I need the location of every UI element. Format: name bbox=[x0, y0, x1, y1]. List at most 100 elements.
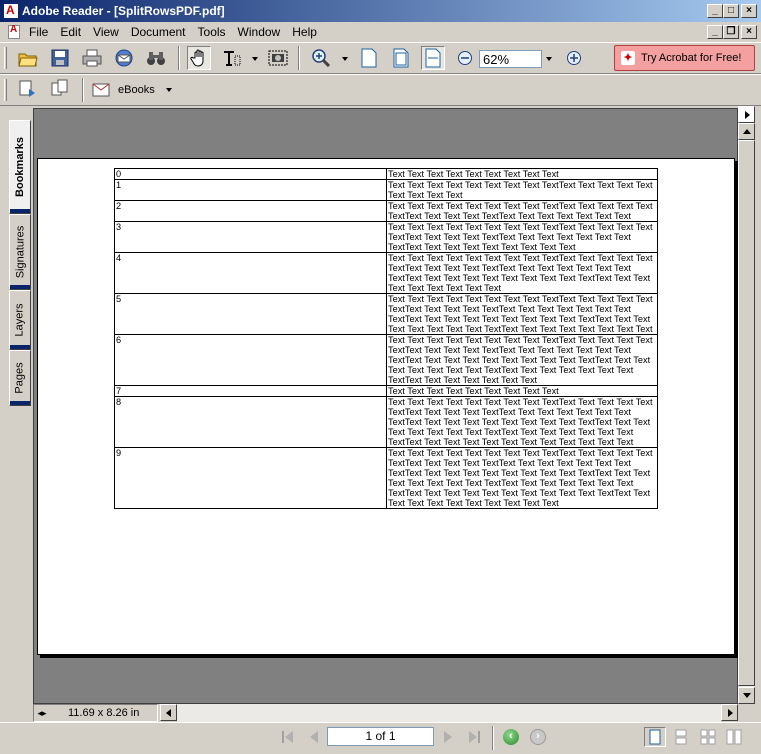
menu-tools[interactable]: Tools bbox=[192, 25, 232, 39]
scroll-down-button[interactable] bbox=[738, 687, 755, 704]
previous-page-icon[interactable] bbox=[303, 727, 325, 747]
doc-close-button[interactable]: × bbox=[741, 25, 757, 39]
fit-width-icon[interactable] bbox=[421, 46, 445, 70]
single-page-icon[interactable] bbox=[644, 727, 666, 747]
page-number-input[interactable]: 1 of 1 bbox=[327, 727, 434, 746]
maximize-button[interactable]: □ bbox=[723, 4, 739, 18]
try-acrobat-label: Try Acrobat for Free! bbox=[641, 52, 742, 64]
horizontal-scroll-row: ◂▸ 11.69 x 8.26 in bbox=[33, 704, 755, 722]
adobe-reader-icon bbox=[4, 3, 18, 18]
print-icon[interactable] bbox=[80, 46, 104, 70]
doc-restore-button[interactable]: ❐ bbox=[723, 25, 739, 39]
tab-signatures[interactable]: Signatures bbox=[9, 214, 31, 290]
zoom-in-icon[interactable] bbox=[562, 46, 586, 70]
table-row: 6 Text Text Text Text Text Text Text Text… bbox=[114, 334, 658, 386]
toolbar-separator bbox=[492, 726, 494, 750]
save-icon[interactable] bbox=[48, 46, 72, 70]
row-text-cell: Text Text Text Text Text Text Text Text … bbox=[386, 396, 658, 448]
row-number-cell: 5 bbox=[114, 293, 387, 335]
menu-bar: File Edit View Document Tools Window Hel… bbox=[0, 22, 761, 42]
table-row: 2 Text Text Text Text Text Text Text Text… bbox=[114, 200, 658, 222]
pane-expand-button[interactable] bbox=[738, 106, 755, 123]
zoom-in-tool-icon[interactable] bbox=[309, 46, 333, 70]
menu-view[interactable]: View bbox=[87, 25, 125, 39]
table-row: 0 Text Text Text Text Text Text Text Text… bbox=[114, 168, 658, 180]
select-text-icon[interactable] bbox=[220, 46, 244, 70]
email-icon[interactable] bbox=[112, 46, 136, 70]
scroll-thumb[interactable] bbox=[738, 140, 755, 686]
split-handle-icon[interactable]: ◂▸ bbox=[34, 708, 50, 719]
close-button[interactable]: × bbox=[741, 4, 757, 18]
row-number-cell: 4 bbox=[114, 252, 387, 294]
row-text-cell: Text Text Text Text Text Text Text Text … bbox=[386, 200, 658, 222]
table-row: 3 Text Text Text Text Text Text Text Text… bbox=[114, 221, 658, 253]
create-pdf-icon[interactable] bbox=[16, 77, 40, 101]
snapshot-icon[interactable] bbox=[266, 46, 290, 70]
next-page-icon[interactable] bbox=[437, 727, 459, 747]
row-number-cell: 0 bbox=[114, 168, 387, 180]
menu-help[interactable]: Help bbox=[286, 25, 323, 39]
ebooks-dropdown-icon[interactable] bbox=[166, 88, 172, 92]
zoom-level-dropdown-icon[interactable] bbox=[546, 57, 552, 61]
table-row: 8 Text Text Text Text Text Text Text Text… bbox=[114, 396, 658, 448]
scroll-up-button[interactable] bbox=[738, 123, 755, 140]
tab-layers[interactable]: Layers bbox=[9, 290, 31, 350]
minimize-button[interactable]: _ bbox=[707, 4, 723, 18]
row-number-cell: 3 bbox=[114, 221, 387, 253]
table-row: 5 Text Text Text Text Text Text Text Text… bbox=[114, 293, 658, 335]
page-size-panel: ◂▸ 11.69 x 8.26 in bbox=[33, 704, 158, 722]
toolbar-grip[interactable] bbox=[4, 47, 7, 69]
acrobat-icon: ✦ bbox=[621, 51, 635, 65]
tab-bookmarks[interactable]: Bookmarks bbox=[9, 120, 31, 214]
select-tool-dropdown-icon[interactable] bbox=[252, 57, 258, 61]
tab-pages[interactable]: Pages bbox=[9, 350, 31, 406]
first-page-icon[interactable] bbox=[277, 727, 299, 747]
pages-organize-icon[interactable] bbox=[48, 77, 72, 101]
menu-edit[interactable]: Edit bbox=[54, 25, 87, 39]
tab-label: Pages bbox=[14, 362, 27, 394]
scroll-right-button[interactable] bbox=[721, 704, 738, 721]
fit-page-icon[interactable] bbox=[389, 46, 413, 70]
menu-document[interactable]: Document bbox=[125, 25, 192, 39]
doc-minimize-button[interactable]: _ bbox=[707, 25, 723, 39]
zoom-tool-dropdown-icon[interactable] bbox=[342, 57, 348, 61]
document-icon[interactable] bbox=[8, 24, 20, 39]
row-text-cell: Text Text Text Text Text Text Text Text … bbox=[386, 334, 658, 386]
continuous-facing-icon[interactable] bbox=[723, 727, 745, 747]
actual-size-icon[interactable] bbox=[357, 46, 381, 70]
horizontal-scroll-track[interactable] bbox=[177, 704, 721, 722]
ebooks-icon bbox=[92, 83, 110, 97]
tab-label: Bookmarks bbox=[14, 137, 27, 197]
table-row: 4 Text Text Text Text Text Text Text Text… bbox=[114, 252, 658, 294]
row-text-cell: Text Text Text Text Text Text Text Text … bbox=[386, 179, 658, 201]
ebooks-button[interactable]: eBooks bbox=[92, 79, 174, 101]
row-text-cell: Text Text Text Text Text Text Text Text … bbox=[386, 447, 658, 509]
table-row: 1 Text Text Text Text Text Text Text Text… bbox=[114, 179, 658, 201]
toolbar-grip[interactable] bbox=[4, 79, 7, 101]
window-title: Adobe Reader - [SplitRowsPDF.pdf] bbox=[22, 4, 225, 18]
try-acrobat-button[interactable]: ✦ Try Acrobat for Free! bbox=[614, 45, 755, 71]
row-text-cell: Text Text Text Text Text Text Text Text … bbox=[386, 385, 658, 397]
menu-file[interactable]: File bbox=[23, 25, 54, 39]
ebooks-label: eBooks bbox=[118, 84, 155, 96]
facing-icon[interactable] bbox=[697, 727, 719, 747]
vertical-scrollbar[interactable] bbox=[738, 123, 755, 704]
row-number-cell: 9 bbox=[114, 447, 387, 509]
continuous-icon[interactable] bbox=[670, 727, 692, 747]
last-page-icon[interactable] bbox=[463, 727, 485, 747]
go-forward-icon[interactable]: › bbox=[527, 727, 549, 747]
tab-label: Layers bbox=[14, 303, 26, 337]
zoom-level-input[interactable]: 62% bbox=[479, 50, 542, 68]
go-back-icon[interactable]: ‹ bbox=[500, 727, 522, 747]
zoom-out-icon[interactable] bbox=[453, 46, 477, 70]
row-text-cell: Text Text Text Text Text Text Text Text … bbox=[386, 221, 658, 253]
row-number-cell: 1 bbox=[114, 179, 387, 201]
open-icon[interactable] bbox=[16, 46, 40, 70]
scroll-left-button[interactable] bbox=[160, 704, 177, 721]
search-binoculars-icon[interactable] bbox=[144, 46, 168, 70]
page-size-label: 11.69 x 8.26 in bbox=[68, 707, 140, 719]
hand-tool-icon[interactable] bbox=[187, 46, 211, 70]
row-number-cell: 8 bbox=[114, 396, 387, 448]
menu-window[interactable]: Window bbox=[232, 25, 287, 39]
row-text-cell: Text Text Text Text Text Text Text Text … bbox=[386, 168, 658, 180]
